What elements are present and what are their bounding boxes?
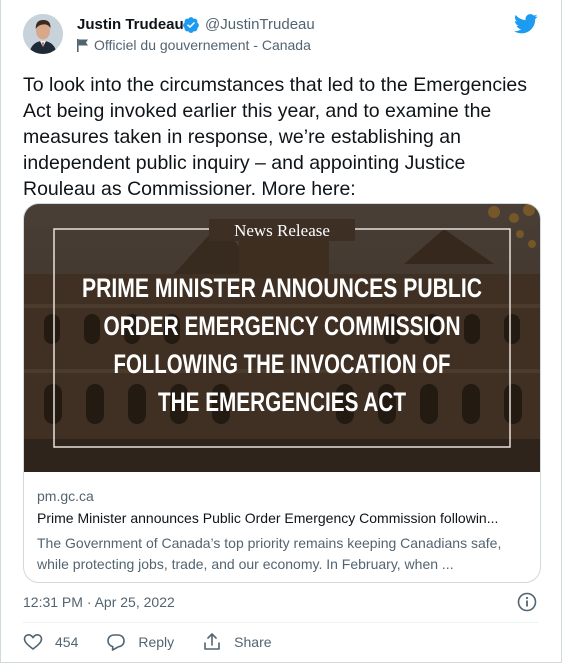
like-button[interactable]: 454 (23, 632, 78, 652)
card-headline-line-2: ORDER EMERGENCY COMMISSION (104, 311, 461, 341)
share-button[interactable]: Share (202, 632, 272, 652)
affiliation-label: Officiel du gouvernement - Canada (77, 37, 311, 53)
heart-icon (23, 633, 43, 651)
card-headline-line-1: PRIME MINISTER ANNOUNCES PUBLIC (82, 273, 482, 303)
card-description: The Government of Canada’s top priority … (37, 535, 502, 572)
card-headline-line-3: FOLLOWING THE INVOCATION OF (114, 349, 451, 379)
verified-badge-icon (183, 17, 199, 33)
card-image-header: News Release (234, 221, 330, 240)
reply-icon (107, 634, 126, 651)
link-card[interactable]: News Release PRIME MINISTER ANNOUNCES PU… (23, 203, 541, 583)
card-title: Prime Minister announces Public Order Em… (37, 510, 499, 526)
tweet-text: To look into the circumstances that led … (23, 74, 528, 200)
card-domain: pm.gc.ca (37, 488, 94, 504)
author-handle[interactable]: @JustinTrudeau (205, 16, 315, 33)
share-icon (204, 633, 220, 650)
affiliation-text: Officiel du gouvernement - Canada (94, 37, 311, 53)
flag-icon (77, 38, 88, 52)
avatar[interactable] (23, 14, 63, 54)
card-image[interactable]: News Release PRIME MINISTER ANNOUNCES PU… (24, 204, 540, 472)
author-name[interactable]: Justin Trudeau (77, 16, 184, 33)
action-bar: 454 Reply Share (23, 632, 300, 652)
reply-button[interactable]: Reply (106, 632, 174, 652)
twitter-bird-icon[interactable] (514, 14, 538, 34)
tweet: Justin Trudeau @JustinTrudeau Officiel d… (0, 0, 562, 663)
info-icon[interactable] (517, 592, 537, 612)
like-count: 454 (55, 634, 79, 650)
reply-label: Reply (138, 634, 175, 650)
card-headline-line-4: THE EMERGENCIES ACT (158, 387, 406, 417)
share-label: Share (234, 634, 272, 650)
divider (23, 622, 539, 623)
tweet-timestamp[interactable]: 12:31 PM · Apr 25, 2022 (23, 594, 175, 610)
